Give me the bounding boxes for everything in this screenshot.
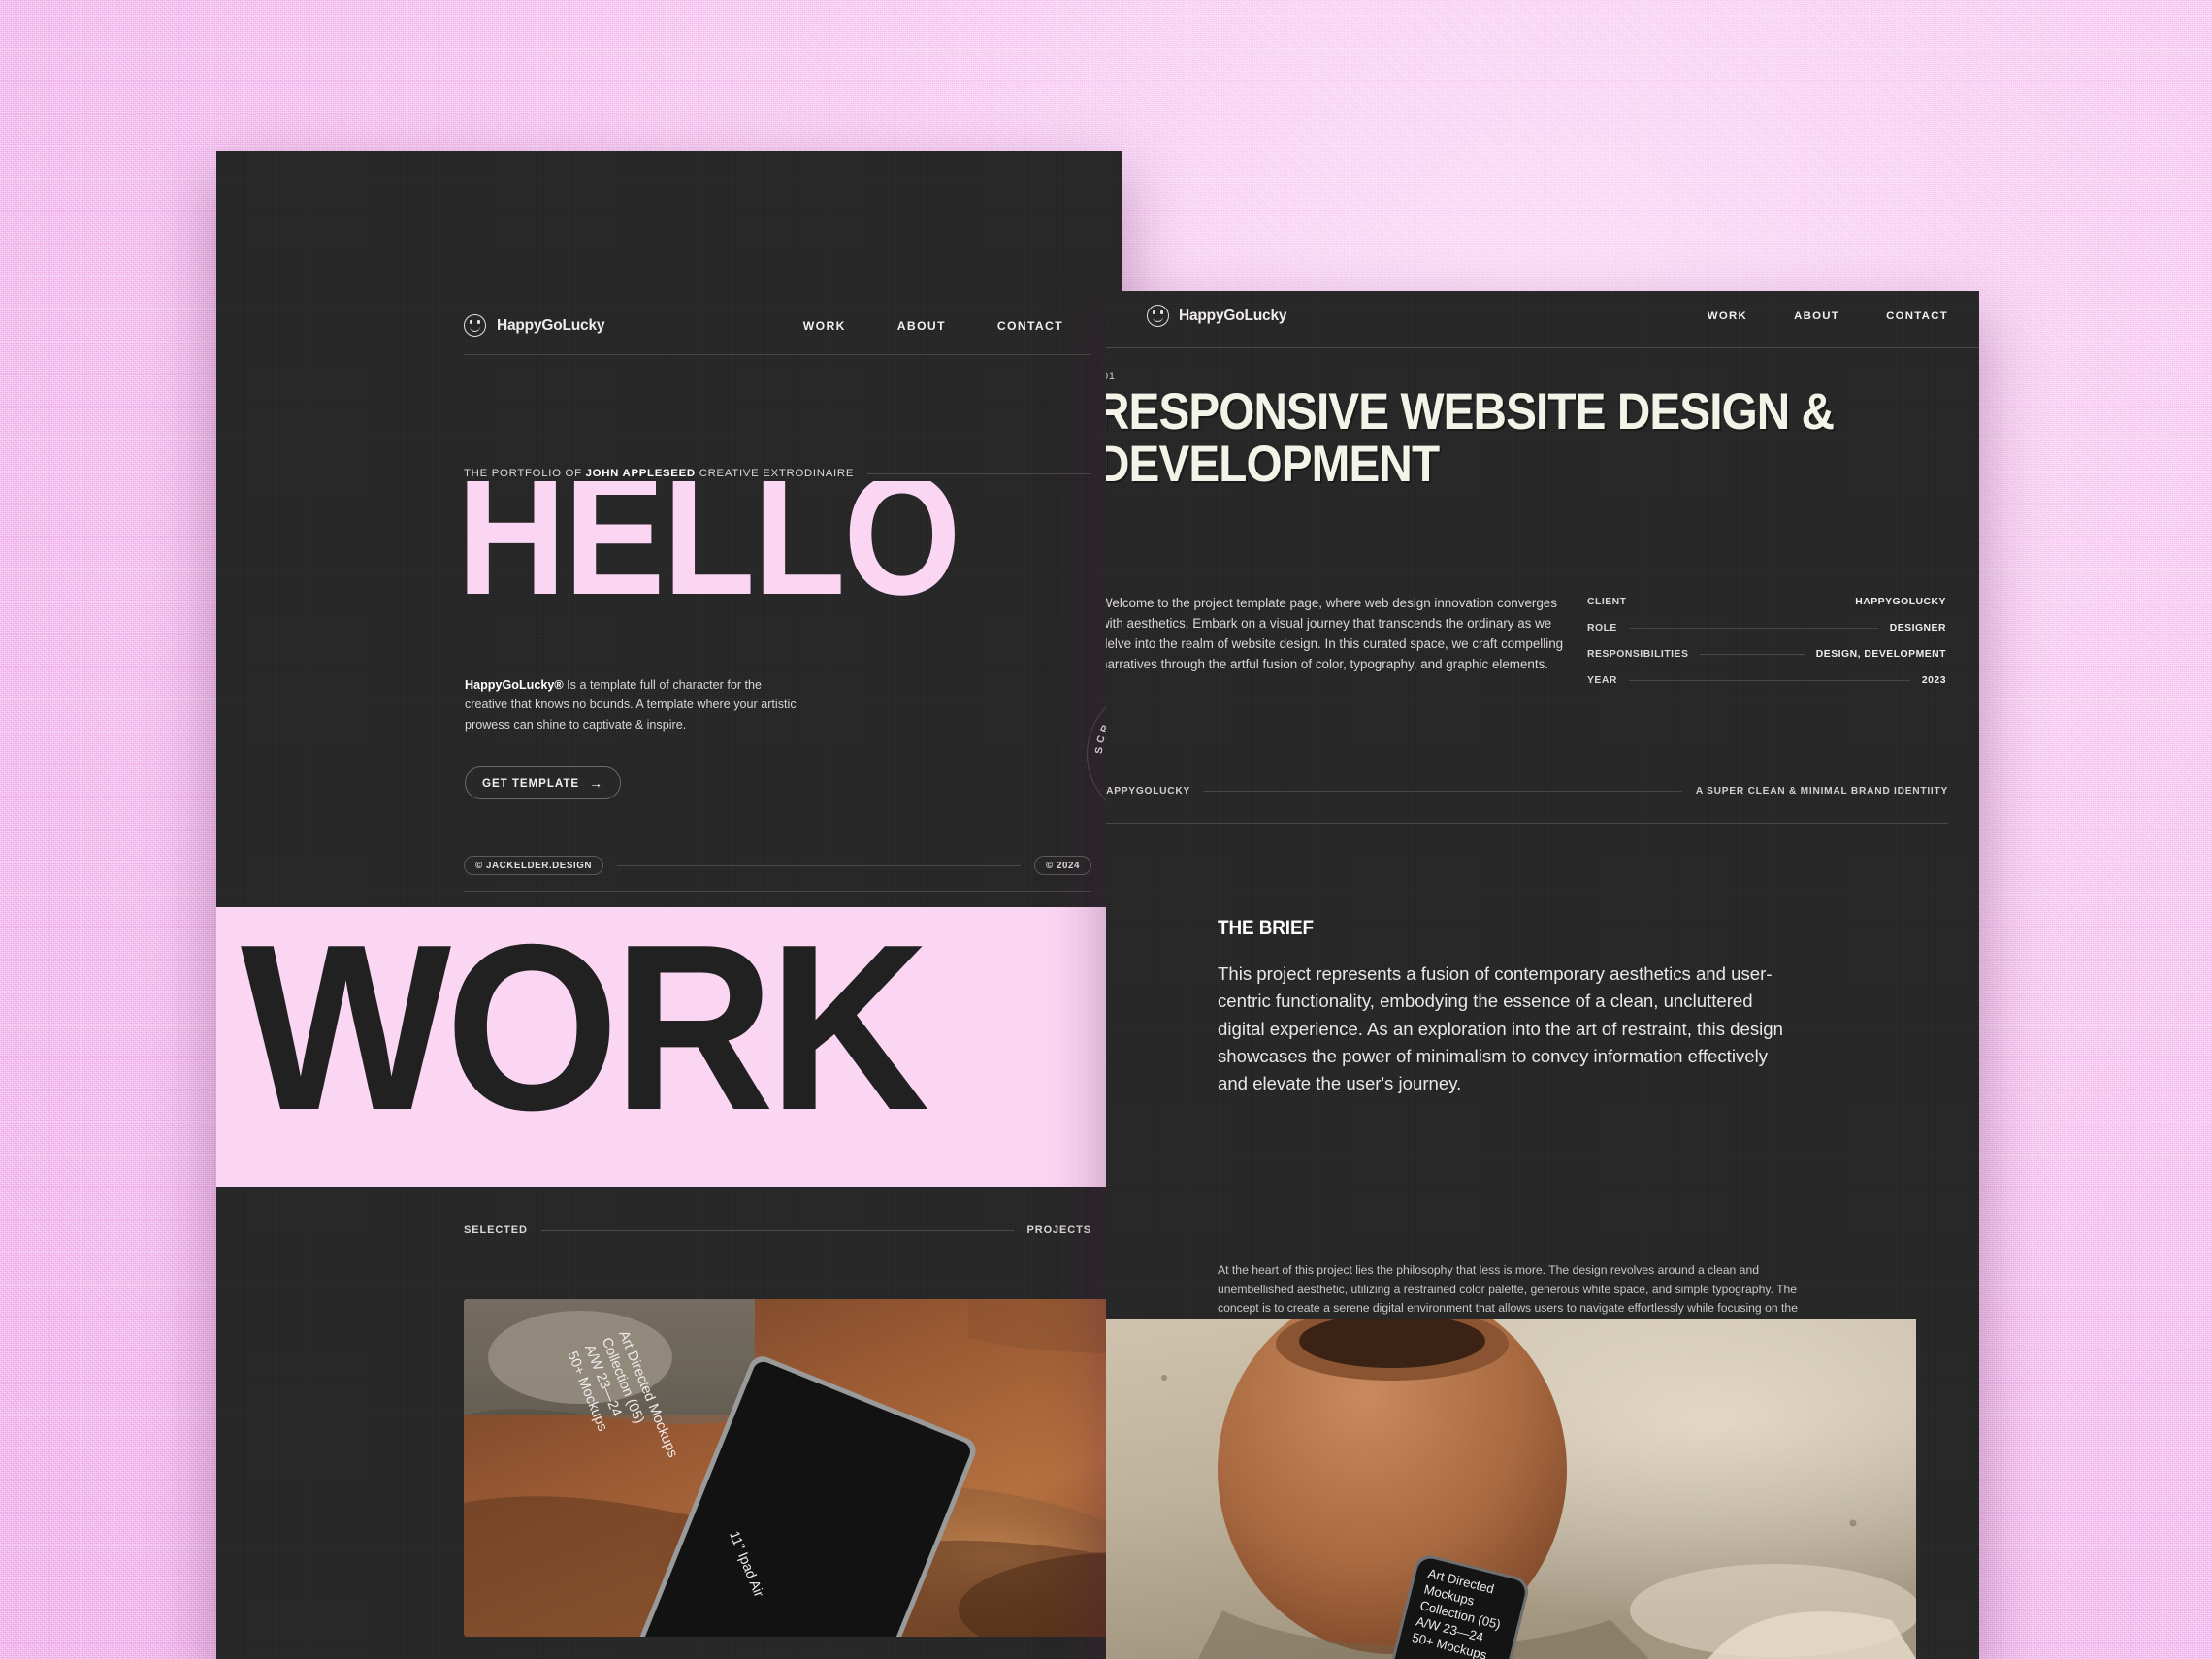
- selected-projects-row: SELECTED PROJECTS: [464, 1224, 1091, 1236]
- brand-logo[interactable]: HappyGoLucky: [464, 314, 604, 337]
- spec-value: DESIGN, DEVELOPMENT: [1815, 649, 1946, 660]
- kicker-prefix: THE PORTFOLIO OF: [464, 468, 582, 479]
- spec-row: RESPONSIBILITIES DESIGN, DEVELOPMENT: [1587, 649, 1946, 660]
- main-navigation: WORK ABOUT CONTACT: [1708, 310, 1948, 322]
- nav-item-work[interactable]: WORK: [803, 319, 846, 333]
- nav-item-work[interactable]: WORK: [1708, 310, 1747, 322]
- projects-label: PROJECTS: [1026, 1224, 1091, 1236]
- brand-name: HappyGoLucky: [497, 316, 605, 334]
- spec-divider: [1628, 680, 1910, 681]
- spec-row: CLIENT HAPPYGOLUCKY: [1587, 597, 1946, 607]
- homepage-panel: HappyGoLucky WORK ABOUT CONTACT THE PORT…: [216, 151, 1122, 1659]
- spec-value: HAPPYGOLUCKY: [1855, 597, 1946, 607]
- kicker-name: JOHN APPLESEED: [585, 468, 696, 479]
- hero-headline: HELLO: [457, 481, 1122, 612]
- main-navigation: WORK ABOUT CONTACT: [803, 319, 1063, 333]
- project-detail-panel: HappyGoLucky WORK ABOUT CONTACT 01 RESPO…: [1106, 291, 1979, 1659]
- footer-divider: [617, 864, 1021, 866]
- portfolio-kicker: THE PORTFOLIO OF JOHN APPLESEED CREATIVE…: [464, 468, 1091, 479]
- brand-name: HappyGoLucky: [1179, 307, 1287, 324]
- spec-key: YEAR: [1587, 675, 1617, 686]
- brief-body: This project represents a fusion of cont…: [1218, 963, 1783, 1093]
- brand-logo[interactable]: HappyGoLucky: [1147, 305, 1286, 327]
- svg-text:WORK: WORK: [241, 934, 927, 1138]
- section-divider: [1106, 823, 1948, 824]
- kicker-divider: [867, 472, 1091, 474]
- header-divider: [464, 354, 1091, 355]
- identity-band: HAPPYGOLUCKY A SUPER CLEAN & MINIMAL BRA…: [1106, 786, 1948, 797]
- nav-item-about[interactable]: ABOUT: [1794, 310, 1839, 322]
- project-title: RESPONSIVE WEBSITE DESIGN & DEVELOPMENT: [1106, 383, 1835, 494]
- spec-row: YEAR 2023: [1587, 675, 1946, 686]
- spec-key: RESPONSIBILITIES: [1587, 649, 1689, 660]
- identity-band-divider: [1204, 791, 1682, 792]
- identity-band-left: HAPPYGOLUCKY: [1106, 786, 1191, 797]
- spec-value: 2023: [1921, 675, 1946, 686]
- hero-footer: © JACKELDER.DESIGN © 2024: [464, 856, 1091, 875]
- svg-text:HELLO: HELLO: [457, 481, 959, 612]
- header-divider: [1106, 347, 1979, 348]
- project-image-ipad[interactable]: Art Directed Mockups Collection (05) A/W…: [464, 1299, 1122, 1637]
- spec-divider: [1700, 654, 1805, 655]
- blurb-brand: HappyGoLucky®: [465, 678, 564, 692]
- hero-blurb: HappyGoLucky® Is a template full of char…: [465, 675, 799, 734]
- identity-band-right: A SUPER CLEAN & MINIMAL BRAND IDENTIITY: [1695, 786, 1948, 797]
- credit-badge[interactable]: © JACKELDER.DESIGN: [464, 856, 603, 875]
- nav-item-about[interactable]: ABOUT: [897, 319, 946, 333]
- project-number: 01: [1106, 371, 1116, 382]
- project-image-iphone[interactable]: Art Directed Mockups Collection (05) A/W…: [1106, 1319, 1916, 1659]
- nav-item-contact[interactable]: CONTACT: [997, 319, 1063, 333]
- selected-divider: [540, 1229, 1014, 1231]
- work-band: WORK: [216, 907, 1122, 1187]
- spec-divider: [1628, 628, 1878, 629]
- project-specs: CLIENT HAPPYGOLUCKY ROLE DESIGNER RESPON…: [1587, 597, 1946, 701]
- spec-key: CLIENT: [1587, 597, 1627, 607]
- kicker-suffix: CREATIVE EXTRODINAIRE: [699, 468, 855, 479]
- spec-value: DESIGNER: [1889, 623, 1946, 634]
- brief-heading: THE BRIEF: [1218, 917, 1314, 939]
- copyright-badge: © 2024: [1033, 856, 1091, 875]
- arrow-right-icon: →: [589, 775, 604, 791]
- spec-key: ROLE: [1587, 623, 1617, 634]
- smiley-face-icon: [464, 314, 486, 337]
- smiley-face-icon: [1147, 305, 1169, 327]
- spec-row: ROLE DESIGNER: [1587, 623, 1946, 634]
- get-template-label: GET TEMPLATE: [482, 776, 580, 790]
- project-intro-text: Welcome to the project template page, wh…: [1106, 596, 1564, 671]
- get-template-button[interactable]: GET TEMPLATE →: [465, 766, 622, 799]
- hero-bottom-divider: [464, 891, 1091, 892]
- nav-item-contact[interactable]: CONTACT: [1886, 310, 1948, 322]
- selected-label: SELECTED: [464, 1224, 528, 1236]
